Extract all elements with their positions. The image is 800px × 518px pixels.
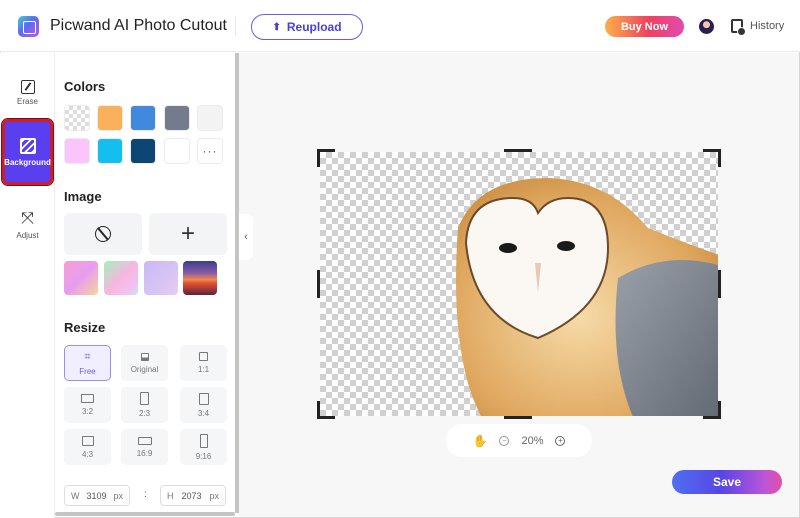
- collapse-panel-button[interactable]: ‹: [239, 214, 253, 260]
- app-logo-icon: [18, 16, 39, 37]
- crop-handle-bottom[interactable]: [504, 416, 532, 419]
- image-title: Image: [64, 189, 102, 204]
- ratio-16-9-icon: [137, 436, 152, 445]
- upload-icon: ⬆: [272, 21, 281, 33]
- resize-label: 1:1: [197, 365, 210, 374]
- resize-label: 2:3: [138, 409, 151, 418]
- bg-thumb-pastel-bokeh[interactable]: [104, 261, 138, 295]
- bg-thumb-sunset[interactable]: [183, 261, 217, 295]
- ratio-3-2-icon: [81, 394, 94, 403]
- avatar[interactable]: [699, 19, 714, 34]
- resize-16-9[interactable]: 16:9: [121, 429, 168, 465]
- zoom-level: 20%: [521, 434, 544, 447]
- rail-item-label: Adjust: [16, 231, 39, 240]
- width-value: 3109: [86, 490, 107, 501]
- resize-1-1[interactable]: 1:1: [180, 345, 227, 381]
- resize-4-3[interactable]: 4:3: [64, 429, 111, 465]
- history-icon[interactable]: [731, 19, 746, 36]
- header: Picwand AI Photo Cutout ⬆ Reupload Buy N…: [0, 0, 800, 52]
- rail-item-adjust[interactable]: ⤧ Adjust: [2, 193, 53, 257]
- color-swatch-cyan[interactable]: [97, 138, 123, 164]
- app-title: Picwand AI Photo Cutout: [50, 17, 227, 34]
- resize-label: 4:3: [81, 449, 94, 459]
- color-swatch-pink[interactable]: [64, 138, 90, 164]
- eraser-icon: [20, 80, 35, 94]
- resize-label: Free: [79, 366, 96, 376]
- crop-handle-bottom-left[interactable]: [317, 401, 335, 419]
- ratio-9-16-icon: [199, 433, 208, 448]
- color-swatch-white[interactable]: [164, 138, 190, 164]
- header-divider: [235, 16, 236, 36]
- resize-label: 9:16: [195, 451, 212, 461]
- ratio-4-3-icon: [81, 435, 94, 446]
- crop-handle-top[interactable]: [504, 149, 532, 152]
- reupload-button[interactable]: ⬆ Reupload: [251, 14, 363, 40]
- bg-thumb-lavender[interactable]: [144, 261, 178, 295]
- resize-label: 3:2: [81, 407, 94, 416]
- background-icon: [19, 137, 36, 154]
- no-image-icon: [95, 226, 111, 242]
- chevron-left-icon: ‹: [244, 231, 248, 243]
- history-link[interactable]: History: [750, 20, 784, 32]
- crop-icon: ⌗: [84, 350, 91, 363]
- background-panel: Colors ··· Image + Resize ⌗ Free Origina…: [55, 53, 235, 513]
- zoom-out-icon[interactable]: −: [499, 435, 510, 446]
- bg-thumb-pink-gradient[interactable]: [64, 261, 98, 295]
- resize-3-2[interactable]: 3:2: [64, 387, 111, 423]
- owl-cutout-image: [456, 178, 718, 416]
- color-swatch-transparent[interactable]: [64, 105, 90, 131]
- buy-now-button[interactable]: Buy Now: [605, 16, 684, 37]
- adjust-icon: ⤧: [21, 210, 34, 227]
- width-input[interactable]: W 3109 px: [64, 485, 130, 506]
- ratio-1-1-icon: [199, 352, 208, 361]
- crop-handle-top-right[interactable]: [703, 149, 721, 167]
- colors-title: Colors: [64, 79, 106, 94]
- resize-2-3[interactable]: 2:3: [121, 387, 168, 423]
- zoom-toolbar: ✋ − 20% +: [446, 424, 592, 457]
- crop-handle-right[interactable]: [718, 270, 721, 298]
- add-image-button[interactable]: +: [149, 213, 227, 255]
- rail-item-background[interactable]: Background: [1, 118, 54, 186]
- ratio-2-3-icon: [140, 392, 149, 405]
- hand-pan-icon[interactable]: ✋: [473, 434, 488, 448]
- color-swatch-light-gray[interactable]: [197, 105, 223, 131]
- rail-item-label: Erase: [17, 97, 38, 106]
- height-prefix: H: [167, 490, 174, 501]
- add-image-icon: +: [180, 220, 195, 247]
- width-prefix: W: [71, 490, 80, 501]
- resize-label: 3:4: [197, 408, 210, 418]
- height-input[interactable]: H 2073 px: [160, 485, 226, 506]
- crop-handle-left[interactable]: [317, 270, 320, 298]
- rail-item-erase[interactable]: Erase: [2, 61, 53, 125]
- dimension-separator: :: [144, 489, 147, 500]
- resize-9-16[interactable]: 9:16: [180, 429, 227, 465]
- resize-label: Original: [130, 364, 159, 374]
- height-value: 2073: [181, 490, 202, 501]
- resize-original[interactable]: Original: [121, 345, 168, 381]
- no-image-button[interactable]: [64, 213, 142, 255]
- ratio-3-4-icon: [198, 392, 209, 405]
- color-swatch-blue[interactable]: [130, 105, 156, 131]
- height-unit: px: [209, 490, 219, 501]
- image-icon: [140, 352, 149, 361]
- color-swatch-orange[interactable]: [97, 105, 123, 131]
- zoom-in-icon[interactable]: +: [555, 435, 566, 446]
- resize-label: 16:9: [136, 448, 153, 458]
- crop-handle-bottom-right[interactable]: [703, 401, 721, 419]
- save-button[interactable]: Save: [672, 470, 782, 494]
- image-canvas[interactable]: [320, 152, 718, 416]
- crop-handle-top-left[interactable]: [317, 149, 335, 167]
- resize-3-4[interactable]: 3:4: [180, 387, 227, 423]
- tool-rail: Erase Background ⤧ Adjust: [0, 53, 55, 518]
- rail-item-label: Background: [4, 157, 51, 167]
- more-colors-button[interactable]: ···: [197, 138, 223, 164]
- reupload-label: Reupload: [286, 20, 342, 34]
- width-unit: px: [113, 490, 123, 501]
- color-swatch-gray[interactable]: [164, 105, 190, 131]
- resize-free[interactable]: ⌗ Free: [64, 345, 111, 381]
- resize-title: Resize: [64, 320, 106, 335]
- panel-scrollbar-horizontal[interactable]: [55, 512, 235, 516]
- color-swatch-navy[interactable]: [130, 138, 156, 164]
